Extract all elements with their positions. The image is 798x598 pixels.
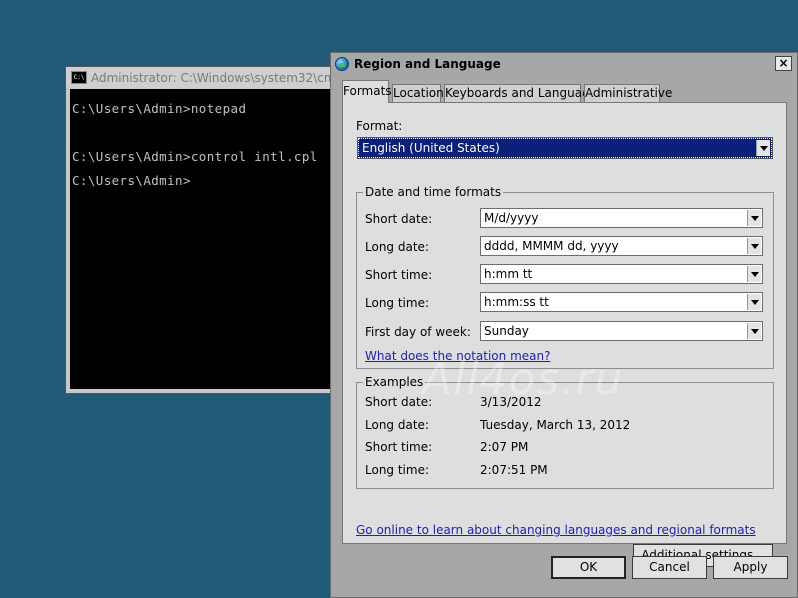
tab-formats[interactable]: Formats <box>342 80 392 103</box>
cmd-title-text: Administrator: C:\Windows\system32\cmd.e… <box>91 70 336 85</box>
short-time-value: h:mm tt <box>484 267 533 281</box>
close-button[interactable]: × <box>775 56 792 71</box>
examples-group: Examples Short date: 3/13/2012 Long date… <box>356 375 774 489</box>
region-language-dialog[interactable]: Region and Language × Formats Location K… <box>330 52 798 598</box>
dialog-title: Region and Language <box>354 57 501 71</box>
cmd-line: C:\Users\Admin>notepad <box>72 101 247 116</box>
first-day-label: First day of week: <box>365 325 471 339</box>
short-time-label: Short time: <box>365 268 433 282</box>
format-select-value: English (United States) <box>362 141 500 155</box>
example-long-time-value: 2:07:51 PM <box>480 463 548 477</box>
long-date-select[interactable]: dddd, MMMM dd, yyyy <box>480 236 763 256</box>
long-date-label: Long date: <box>365 240 429 254</box>
first-day-value: Sunday <box>484 324 529 338</box>
apply-button[interactable]: Apply <box>713 556 788 579</box>
chevron-down-icon[interactable] <box>747 323 761 339</box>
example-long-date-value: Tuesday, March 13, 2012 <box>480 418 631 432</box>
example-long-time-label: Long time: <box>365 463 430 477</box>
cmd-line: C:\Users\Admin> <box>72 173 191 188</box>
online-learn-link[interactable]: Go online to learn about changing langua… <box>356 523 756 537</box>
cmd-title-bar[interactable]: C:\ Administrator: C:\Windows\system32\c… <box>66 67 336 88</box>
datetime-formats-group: Date and time formats Short date: M/d/yy… <box>356 185 774 369</box>
tab-location[interactable]: Location <box>392 84 444 102</box>
long-time-value: h:mm:ss tt <box>484 295 549 309</box>
example-long-date-label: Long date: <box>365 418 429 432</box>
example-short-date-label: Short date: <box>365 395 433 409</box>
cancel-button[interactable]: Cancel <box>632 556 707 579</box>
chevron-down-icon[interactable] <box>756 140 770 156</box>
examples-group-title: Examples <box>363 375 426 389</box>
tab-keyboards-languages[interactable]: Keyboards and Languages <box>444 84 603 102</box>
cmd-line: C:\Users\Admin>control intl.cpl <box>72 149 318 164</box>
formats-panel: Format: English (United States) Date and… <box>342 102 787 567</box>
cmd-console[interactable]: C:\Users\Admin>notepad C:\Users\Admin>co… <box>70 89 336 389</box>
chevron-down-icon[interactable] <box>747 266 761 282</box>
long-time-select[interactable]: h:mm:ss tt <box>480 292 763 312</box>
first-day-select[interactable]: Sunday <box>480 321 763 341</box>
short-date-select[interactable]: M/d/yyyy <box>480 208 763 228</box>
globe-icon <box>335 57 349 71</box>
long-date-value: dddd, MMMM dd, yyyy <box>484 239 619 253</box>
notation-link[interactable]: What does the notation mean? <box>365 349 550 363</box>
datetime-group-title: Date and time formats <box>363 185 504 199</box>
cmd-window[interactable]: C:\ Administrator: C:\Windows\system32\c… <box>65 66 337 394</box>
long-time-label: Long time: <box>365 296 430 310</box>
format-select[interactable]: English (United States) <box>357 137 773 159</box>
chevron-down-icon[interactable] <box>747 238 761 254</box>
short-date-label: Short date: <box>365 212 433 226</box>
dialog-title-bar[interactable]: Region and Language <box>331 53 797 75</box>
ok-button[interactable]: OK <box>551 556 626 579</box>
tab-administrative[interactable]: Administrative <box>584 84 672 102</box>
format-label: Format: <box>356 119 403 133</box>
example-short-date-value: 3/13/2012 <box>480 395 542 409</box>
cmd-icon: C:\ <box>71 71 87 84</box>
short-time-select[interactable]: h:mm tt <box>480 264 763 284</box>
short-date-value: M/d/yyyy <box>484 211 539 225</box>
chevron-down-icon[interactable] <box>747 294 761 310</box>
example-short-time-value: 2:07 PM <box>480 440 529 454</box>
chevron-down-icon[interactable] <box>747 210 761 226</box>
example-short-time-label: Short time: <box>365 440 433 454</box>
